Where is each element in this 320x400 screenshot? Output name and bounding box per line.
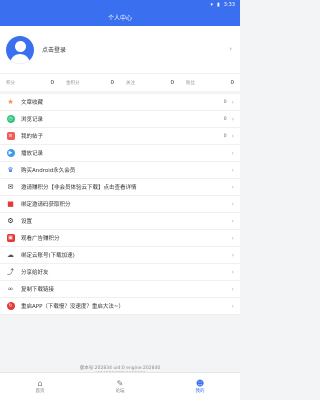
forum-icon: ✎ [116, 379, 124, 388]
chevron-right-icon: › [231, 149, 234, 157]
share-icon: ⤴ [7, 268, 14, 276]
chevron-right-icon: › [231, 166, 234, 174]
battery-icon: ▮ [217, 1, 220, 8]
home-icon: ⌂ [37, 379, 43, 388]
chevron-right-icon: › [231, 217, 234, 225]
stats-bar: 积分 0 金积分 0 关注 0 粉丝 0 [0, 73, 240, 91]
status-bar: ▾ ▮ 3:33 [0, 0, 240, 9]
wifi-icon: ▾ [210, 1, 213, 8]
status-time: 3:33 [223, 1, 235, 8]
menu-item-label: 复制下载链接 [21, 287, 55, 293]
stat-value: 0 [170, 79, 175, 86]
menu-item-label: 绑定邀请码获取积分 [21, 202, 71, 208]
tab-label: 论坛 [115, 389, 125, 394]
chevron-right-icon: › [231, 234, 234, 242]
tab-profile[interactable]: ☻ 我的 [160, 373, 240, 400]
chevron-right-icon: › [231, 183, 234, 191]
restart-icon: ↻ [6, 302, 15, 310]
tab-home[interactable]: ⌂ 首页 [0, 373, 80, 400]
menu-item-label: 绑定云账号(下载加速) [21, 253, 75, 259]
menu-item-label: 设置 [21, 219, 33, 225]
menu-item-copy-link[interactable]: ∞ 复制下载链接 › [0, 281, 240, 298]
menu-item-label: 播放记录 [21, 151, 44, 157]
gear-icon: ⚙ [7, 217, 14, 225]
stat-label: 积分 [6, 80, 15, 86]
tab-forum[interactable]: ✎ 论坛 [80, 373, 160, 400]
menu-item-restart-app[interactable]: ↻ 重启APP（下载慢？没速度？重启大法~） › [0, 298, 240, 315]
profile-icon: ☻ [195, 379, 205, 388]
menu-item-count: 0 [223, 116, 227, 122]
menu-item-favorites[interactable]: ★ 文章收藏 0 › [0, 94, 240, 111]
chevron-right-icon: › [229, 45, 232, 53]
chevron-right-icon: › [231, 251, 234, 259]
page-title: 个人中心 [107, 15, 132, 22]
menu-item-watch-ads[interactable]: ▣ 观看广告赚积分 › [0, 230, 240, 247]
bottom-tab-bar: ⌂ 首页 ✎ 论坛 ☻ 我的 [0, 372, 240, 400]
menu-item-invite[interactable]: ✉ 邀请赚积分【非会员体验云下载】点击查看详情 › [0, 179, 240, 196]
menu-item-bind-cloud[interactable]: ☁ 绑定云账号(下载加速) › [0, 247, 240, 264]
stat-label: 粉丝 [186, 80, 195, 86]
tab-label: 首页 [35, 389, 45, 394]
menu-item-label: 购买Android永久会员 [21, 168, 76, 174]
menu-item-label: 重启APP（下载慢？没速度？重启大法~） [21, 304, 125, 310]
menu-item-label: 分享给好友 [21, 270, 49, 276]
stat-label: 关注 [126, 80, 135, 86]
menu-item-play-history[interactable]: ▶ 播放记录 › [0, 145, 240, 162]
chevron-right-icon: › [231, 302, 234, 310]
avatar[interactable] [6, 35, 34, 64]
menu-item-label: 浏览记录 [21, 117, 44, 123]
menu-item-count: 0 [223, 99, 227, 105]
menu-item-label: 文章收藏 [21, 100, 44, 106]
mail-icon: ✉ [7, 183, 14, 191]
menu-item-count: 0 [223, 133, 227, 139]
menu-item-share[interactable]: ⤴ 分享给好友 › [0, 264, 240, 281]
login-row[interactable]: 点击登录 › [0, 26, 240, 73]
menu-item-buy-vip[interactable]: ♛ 购买Android永久会员 › [0, 162, 240, 179]
clock-icon: ◷ [6, 115, 15, 123]
login-label[interactable]: 点击登录 [42, 45, 66, 54]
stat-following[interactable]: 关注 0 [120, 80, 180, 86]
title-bar: 个人中心 [0, 9, 240, 26]
stat-followers[interactable]: 粉丝 0 [180, 80, 240, 86]
menu-item-bind-invite-code[interactable]: ■ 绑定邀请码获取积分 › [0, 196, 240, 213]
chevron-right-icon: › [231, 268, 234, 276]
tab-label: 我的 [195, 389, 205, 394]
cloud-icon: ☁ [7, 251, 14, 259]
chevron-right-icon: › [231, 285, 234, 293]
star-icon: ★ [7, 98, 14, 106]
stat-value: 0 [110, 79, 115, 86]
stat-value: 0 [50, 79, 55, 86]
gift-icon: ■ [7, 200, 14, 208]
chevron-right-icon: › [231, 200, 234, 208]
menu-list: ★ 文章收藏 0 › ◷ 浏览记录 0 › ≡ 我的帖子 0 › ▶ 播放记录 … [0, 94, 240, 315]
stat-gold-points[interactable]: 金积分 0 [60, 80, 120, 86]
chevron-right-icon: › [231, 132, 234, 140]
menu-item-history[interactable]: ◷ 浏览记录 0 › [0, 111, 240, 128]
menu-item-label: 观看广告赚积分 [21, 236, 60, 242]
stat-value: 0 [230, 79, 235, 86]
menu-item-label: 我的帖子 [21, 134, 44, 140]
link-icon: ∞ [7, 285, 14, 293]
menu-item-my-posts[interactable]: ≡ 我的帖子 0 › [0, 128, 240, 145]
chevron-right-icon: › [231, 98, 234, 106]
stat-points[interactable]: 积分 0 [0, 80, 60, 86]
crown-icon: ♛ [7, 166, 14, 174]
posts-icon: ≡ [6, 132, 15, 140]
avatar-head [14, 40, 26, 52]
chevron-right-icon: › [231, 115, 234, 123]
menu-item-settings[interactable]: ⚙ 设置 › [0, 213, 240, 230]
play-icon: ▶ [6, 149, 15, 158]
ad-icon: ▣ [6, 234, 15, 242]
stat-label: 金积分 [66, 80, 80, 86]
menu-item-label: 邀请赚积分【非会员体验云下载】点击查看详情 [21, 185, 137, 191]
avatar-body [10, 53, 30, 64]
